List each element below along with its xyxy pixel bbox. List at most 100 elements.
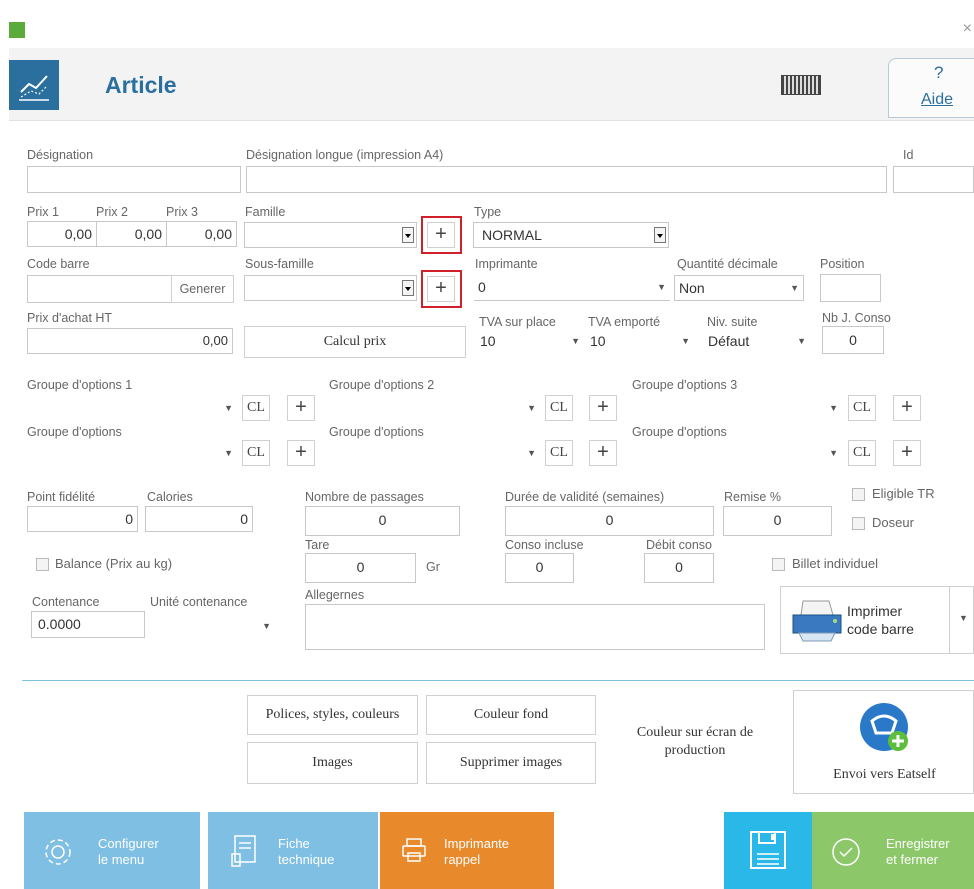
options-group-6-add-button[interactable]: + [893,440,921,466]
prix1-input[interactable]: 0,00 [27,221,97,247]
prix-achat-input[interactable]: 0,00 [27,328,233,354]
calories-input[interactable]: 0 [145,506,253,532]
eligible-tr-checkbox[interactable] [852,488,865,501]
id-input[interactable] [893,166,974,193]
calories-label: Calories [147,490,193,504]
imprimante-rappel-button[interactable]: Imprimante rappel [380,812,554,889]
chevron-down-icon[interactable] [402,280,414,296]
fiche-line2: technique [278,852,335,867]
nb-conso-input[interactable]: 0 [822,326,884,354]
allergenes-input[interactable] [305,604,765,650]
options-group-5-select[interactable]: ▼ [329,440,540,466]
chevron-down-icon[interactable]: ▼ [790,276,799,300]
chevron-down-icon[interactable]: ▼ [224,396,233,420]
tva-place-select[interactable]: 10 ▼ [476,330,584,352]
prix3-input[interactable]: 0,00 [166,221,237,247]
options-group-6-cl-button[interactable]: CL [848,440,876,466]
options-group-3-cl-button[interactable]: CL [848,395,876,421]
options-group-2-select[interactable]: ▼ [329,395,540,421]
chevron-down-icon[interactable]: ▼ [527,396,536,420]
chevron-down-icon[interactable]: ▼ [657,275,666,299]
imprimer-code-barre-dropdown[interactable]: ▼ [949,586,974,654]
billet-individuel-checkbox[interactable] [772,558,785,571]
fiche-line1: Fiche [278,836,310,851]
tva-emporte-select[interactable]: 10 ▼ [586,330,694,352]
couleur-ecran-production-button[interactable]: Couleur sur écran de production [604,695,786,784]
help-button[interactable]: ? Aide [888,58,974,118]
options-group-4-select[interactable]: ▼ [27,440,237,466]
configurer-menu-button[interactable]: Configurer le menu [24,812,200,889]
chevron-down-icon[interactable] [402,227,414,243]
doseur-checkbox[interactable] [852,517,865,530]
close-button[interactable]: × [963,20,972,38]
allergenes-label: Allegernes [305,588,365,602]
niv-suite-value: Défaut [708,333,750,349]
options-group-5-cl-button[interactable]: CL [545,440,573,466]
options-group-4-add-button[interactable]: + [287,440,315,466]
designation-longue-input[interactable] [246,166,887,193]
printer-icon [402,838,426,862]
nb-conso-label: Nb J. Conso [822,311,891,325]
point-fidelite-label: Point fidélité [27,490,96,504]
sous-famille-select[interactable] [244,275,417,301]
tare-input[interactable]: 0 [305,553,416,583]
point-fidelite-input[interactable]: 0 [27,506,138,532]
code-barre-input[interactable] [27,275,172,303]
eatself-button[interactable]: Envoi vers Eatself [793,690,974,794]
options-group-6-select[interactable]: ▼ [632,440,842,466]
polices-button[interactable]: Polices, styles, couleurs [247,695,418,735]
enregistrer-line1: Enregistrer [886,836,950,851]
images-button[interactable]: Images [247,742,418,784]
conso-incluse-input[interactable]: 0 [505,553,574,583]
chevron-down-icon[interactable]: ▼ [262,614,271,638]
imprimante-select[interactable]: 0 ▼ [474,275,670,301]
type-select[interactable]: NORMAL [473,222,669,248]
eatself-label: Envoi vers Eatself [833,767,936,782]
doseur-label: Doseur [872,515,914,530]
duree-validite-label: Durée de validité (semaines) [505,490,665,504]
chevron-down-icon[interactable]: ▼ [829,441,838,465]
options-group-4-cl-button[interactable]: CL [242,440,270,466]
designation-input[interactable] [27,166,241,193]
prix2-input[interactable]: 0,00 [96,221,167,247]
couleur-fond-button[interactable]: Couleur fond [426,695,596,735]
generer-button[interactable]: Generer [171,275,234,303]
id-label: Id [903,148,914,162]
options-group-3-add-button[interactable]: + [893,395,921,421]
options-group-3-select[interactable]: ▼ [632,395,842,421]
options-group-5-add-button[interactable]: + [589,440,617,466]
calcul-prix-button[interactable]: Calcul prix [244,326,466,358]
chevron-down-icon[interactable]: ▼ [527,441,536,465]
chevron-down-icon[interactable]: ▼ [571,330,580,352]
chevron-down-icon[interactable]: ▼ [224,441,233,465]
unite-contenance-select[interactable]: ▼ [149,611,275,638]
niv-suite-select[interactable]: Défaut ▼ [704,330,810,352]
imprimante-value: 0 [478,279,486,295]
fiche-technique-button[interactable]: Fiche technique [208,812,378,889]
balance-checkbox[interactable] [36,558,49,571]
chevron-down-icon[interactable]: ▼ [797,330,806,352]
options-group-2-add-button[interactable]: + [589,395,617,421]
position-input[interactable] [820,274,881,302]
enregistrer-fermer-button[interactable]: Enregistrer et fermer [812,812,974,889]
debit-conso-input[interactable]: 0 [644,553,714,583]
options-group-2-cl-button[interactable]: CL [545,395,573,421]
supprimer-images-button[interactable]: Supprimer images [426,742,596,784]
options-group-1-add-button[interactable]: + [287,395,315,421]
duree-validite-input[interactable]: 0 [505,506,714,536]
chevron-down-icon[interactable]: ▼ [681,330,690,352]
save-button[interactable] [724,812,812,889]
plus-icon: + [597,396,609,418]
keyboard-icon[interactable] [781,75,821,95]
options-group-1-select[interactable]: ▼ [27,395,237,421]
imprimer-code-barre-button[interactable]: Imprimer code barre [780,586,950,654]
chevron-down-icon[interactable]: ▼ [829,396,838,420]
contenance-input[interactable]: 0.0000 [31,611,145,638]
quantite-decimale-select[interactable]: Non ▼ [674,275,804,301]
tva-emporte-label: TVA emporté [588,315,661,329]
chevron-down-icon[interactable] [654,227,666,243]
options-group-1-cl-button[interactable]: CL [242,395,270,421]
nombre-passages-input[interactable]: 0 [305,506,460,536]
famille-select[interactable] [244,222,417,248]
remise-input[interactable]: 0 [723,506,832,536]
